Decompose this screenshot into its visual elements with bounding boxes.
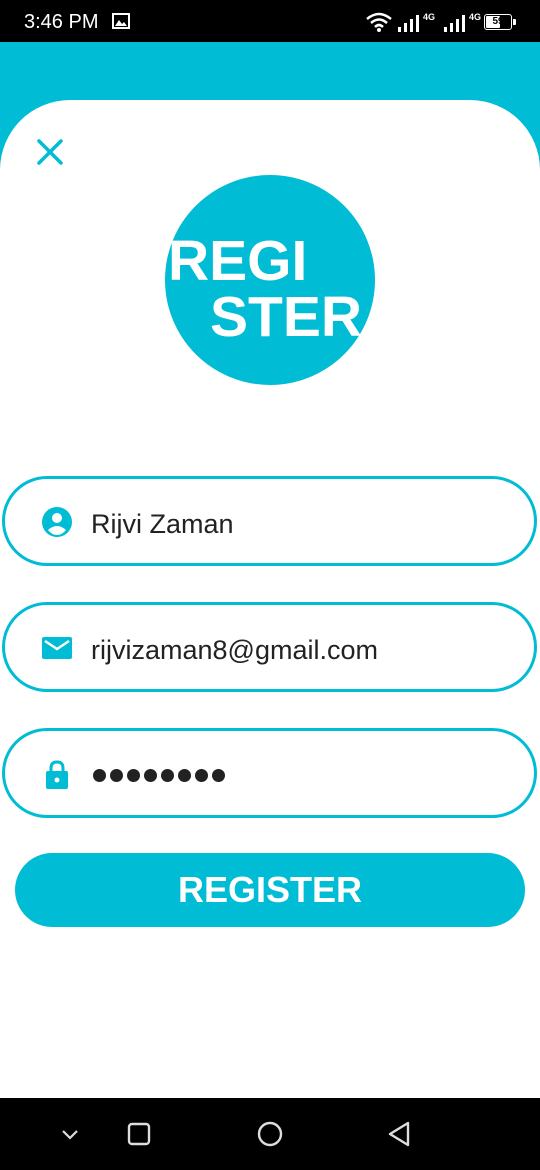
email-field[interactable]: rijvizaman8@gmail.com [2,602,537,692]
home-icon [257,1121,283,1147]
network-type-label: 4G [423,12,435,22]
nav-home-button[interactable] [254,1118,286,1150]
battery-level-label: 59 [492,16,504,27]
name-field[interactable]: Rijvi Zaman [2,476,537,566]
password-dot [212,769,225,782]
network-type-label: 4G [469,12,481,22]
password-masked-value [93,769,225,783]
password-dot [178,769,191,782]
password-field[interactable] [2,728,537,818]
battery-tip [513,19,516,25]
password-dot [144,769,157,782]
password-dot [161,769,174,782]
logo-text-line-1: REGI [168,229,308,293]
password-dot [110,769,123,782]
close-button[interactable] [30,132,70,172]
password-dot [195,769,208,782]
logo-text-line-2: STER [210,285,363,349]
chevron-down-icon [62,1130,78,1140]
name-value: Rijvi Zaman [91,509,234,539]
close-icon [37,139,63,165]
nav-recents-button[interactable] [123,1118,155,1150]
status-bar: 3:46 PM 4G 4G 59 [0,0,540,42]
recents-icon [127,1122,151,1146]
password-dot [127,769,140,782]
signal-icon: 4G [398,12,435,32]
email-icon [42,637,72,659]
register-button[interactable]: REGISTER [15,853,525,927]
email-value: rijvizaman8@gmail.com [91,635,378,665]
battery-icon: 59 [484,14,512,30]
gallery-notification-icon [112,13,130,29]
wifi-icon [366,12,392,32]
signal-icon: 4G [444,12,481,32]
nav-back-button[interactable] [384,1118,416,1150]
back-icon [388,1121,410,1147]
account-circle-icon [42,507,72,537]
nav-hide-button[interactable] [54,1118,86,1150]
status-time: 3:46 PM [24,11,99,33]
navigation-bar [0,1098,540,1170]
lock-icon [46,760,68,789]
password-dot [93,769,106,782]
